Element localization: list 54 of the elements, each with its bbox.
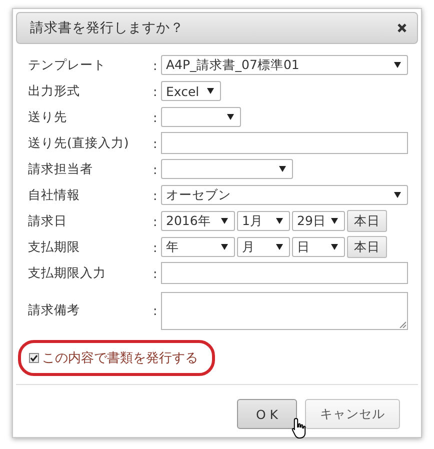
colon: : — [153, 188, 158, 202]
checkbox-label[interactable]: この内容で書類を発行する — [42, 349, 198, 367]
today-button[interactable]: 本日 — [347, 236, 387, 258]
cancel-button[interactable]: キャンセル — [305, 399, 400, 429]
dropdown-arrow-icon — [331, 244, 338, 250]
ok-button[interactable]: O K — [236, 399, 297, 429]
close-icon[interactable] — [397, 23, 407, 33]
dropdown-arrow-icon — [207, 88, 214, 94]
dropdown[interactable] — [161, 159, 293, 179]
dropdown[interactable]: オーセブン — [161, 185, 408, 205]
dropdown-arrow-icon — [227, 114, 234, 120]
dropdown[interactable]: 月 — [237, 237, 290, 257]
resize-grip-icon — [399, 321, 406, 328]
colon: : — [153, 84, 158, 98]
field-label: 請求担当者 — [28, 160, 94, 178]
field-label: 送り先 — [28, 108, 68, 126]
field-label: テンプレート — [28, 56, 107, 74]
colon: : — [153, 58, 158, 72]
dropdown[interactable]: 29日 — [292, 211, 345, 231]
dropdown[interactable]: 1月 — [237, 211, 290, 231]
colon: : — [153, 240, 158, 254]
colon: : — [153, 266, 158, 280]
dropdown-arrow-icon — [276, 244, 283, 250]
field-label: 送り先(直接入力) — [28, 134, 130, 152]
text-area[interactable] — [161, 292, 408, 330]
dropdown-arrow-icon — [331, 218, 338, 224]
dropdown-arrow-icon — [279, 166, 286, 172]
dropdown-arrow-icon — [394, 192, 401, 198]
field-label: 請求日 — [28, 212, 68, 230]
dialog-title: 請求書を発行しますか？ — [30, 19, 184, 37]
checkbox[interactable] — [29, 353, 39, 363]
input-field[interactable] — [161, 132, 408, 154]
dropdown-arrow-icon — [276, 218, 283, 224]
dropdown-arrow-icon — [394, 62, 401, 68]
colon: : — [153, 214, 158, 228]
field-label: 出力形式 — [28, 82, 81, 100]
colon: : — [153, 136, 158, 150]
today-button[interactable]: 本日 — [347, 210, 387, 232]
dropdown-arrow-icon — [221, 218, 228, 224]
dropdown[interactable]: 2016年 — [161, 211, 235, 231]
dropdown[interactable]: A4P_請求書_07標準01 — [161, 55, 408, 75]
colon: : — [153, 110, 158, 124]
colon: : — [153, 302, 158, 318]
dropdown[interactable] — [161, 107, 241, 127]
colon: : — [153, 162, 158, 176]
field-label: 支払期限 — [28, 238, 81, 256]
field-label: 自社情報 — [28, 186, 81, 204]
field-label: 請求備考 — [28, 302, 81, 318]
field-label: 支払期限入力 — [28, 264, 107, 282]
dropdown[interactable]: 日 — [292, 237, 345, 257]
input-field[interactable] — [161, 262, 408, 284]
dropdown[interactable]: 年 — [161, 237, 235, 257]
dropdown[interactable]: Excel — [161, 81, 221, 101]
dropdown-arrow-icon — [221, 244, 228, 250]
